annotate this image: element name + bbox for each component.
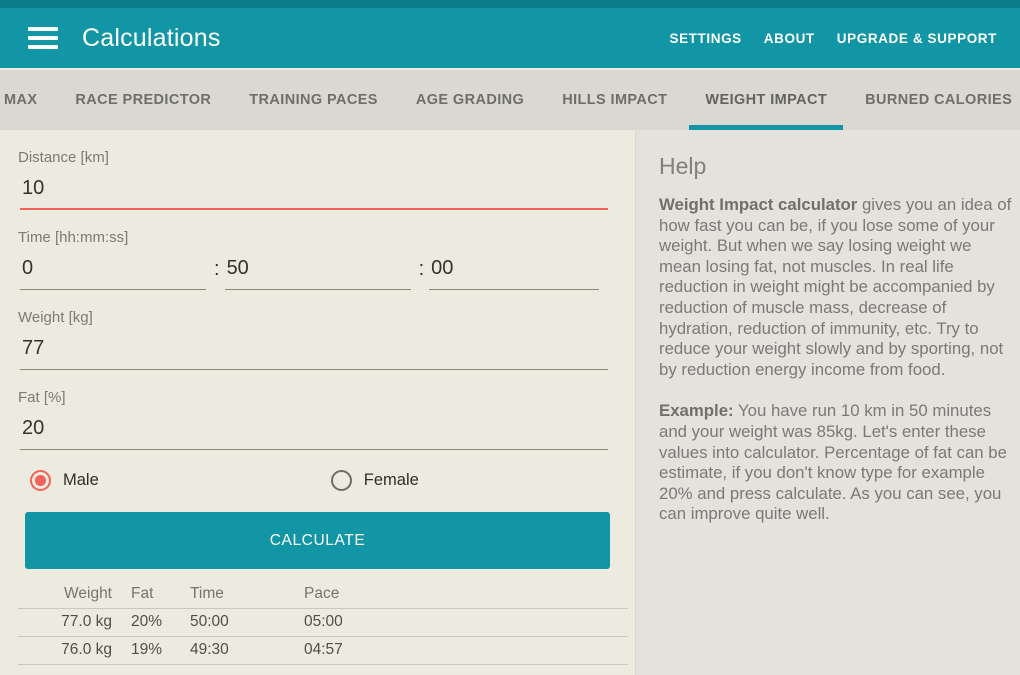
- page-title: Calculations: [82, 23, 221, 52]
- tab-weight-impact[interactable]: WEIGHT IMPACT: [686, 70, 846, 130]
- cell-pace: 04:57: [304, 636, 628, 665]
- about-action[interactable]: ABOUT: [753, 21, 826, 56]
- female-radio[interactable]: Female: [330, 470, 419, 491]
- cell-pace: 05:00: [304, 608, 628, 637]
- distance-input[interactable]: [20, 171, 608, 210]
- help-example-bold: Example:: [659, 401, 734, 421]
- results-header-row: Weight Fat Time Pace: [18, 581, 628, 609]
- calculate-button[interactable]: CALCULATE: [25, 512, 610, 569]
- time-inputs-row: : :: [20, 251, 610, 290]
- tab-hills-impact[interactable]: HILLS IMPACT: [543, 70, 686, 130]
- tab-age-grading[interactable]: AGE GRADING: [397, 70, 543, 130]
- tab-max[interactable]: MAX: [0, 70, 56, 130]
- help-description-text: gives you an idea of how fast you can be…: [659, 195, 1012, 379]
- status-bar: [0, 0, 1020, 8]
- fat-label: Fat [%]: [18, 389, 66, 406]
- table-row: 77.0 kg 20% 50:00 05:00: [18, 608, 628, 637]
- tab-burned-calories[interactable]: BURNED CALORIES: [846, 70, 1020, 130]
- female-radio-label: Female: [363, 471, 419, 489]
- cell-fat: 20%: [112, 608, 190, 637]
- radio-selected-icon: [30, 470, 51, 491]
- col-time: Time: [190, 581, 304, 609]
- help-description: Weight Impact calculator gives you an id…: [659, 195, 1013, 380]
- col-pace: Pace: [304, 581, 628, 609]
- appbar-actions: SETTINGS ABOUT UPGRADE & SUPPORT: [658, 21, 1008, 56]
- cell-time: 49:30: [190, 636, 304, 665]
- tab-strip: MAX RACE PREDICTOR TRAINING PACES AGE GR…: [0, 68, 1020, 130]
- cell-weight: 76.0 kg: [18, 636, 112, 665]
- time-label: Time [hh:mm:ss]: [18, 229, 129, 246]
- help-description-bold: Weight Impact calculator: [659, 195, 858, 214]
- cell-weight: 77.0 kg: [18, 608, 112, 637]
- cell-fat: 19%: [112, 636, 190, 665]
- col-weight: Weight: [18, 581, 112, 609]
- help-panel: Help Weight Impact calculator gives you …: [635, 130, 1020, 675]
- weight-input[interactable]: [20, 331, 608, 370]
- distance-label: Distance [km]: [18, 149, 109, 166]
- time-colon: :: [418, 258, 425, 280]
- cell-time: 50:00: [190, 608, 304, 637]
- results-table: Weight Fat Time Pace 77.0 kg 20% 50:00 0…: [18, 581, 628, 665]
- gender-radio-group: Male Female: [30, 470, 635, 491]
- male-radio[interactable]: Male: [30, 470, 99, 491]
- weight-label: Weight [kg]: [18, 309, 93, 326]
- upgrade-support-action[interactable]: UPGRADE & SUPPORT: [826, 21, 1008, 56]
- male-radio-label: Male: [63, 471, 99, 489]
- tab-training-paces[interactable]: TRAINING PACES: [230, 70, 397, 130]
- app-bar: Calculations SETTINGS ABOUT UPGRADE & SU…: [0, 8, 1020, 68]
- settings-action[interactable]: SETTINGS: [658, 21, 752, 56]
- table-row: 76.0 kg 19% 49:30 04:57: [18, 636, 628, 665]
- time-minutes-input[interactable]: [224, 251, 411, 290]
- time-colon: :: [214, 258, 220, 280]
- time-seconds-input[interactable]: [429, 251, 600, 290]
- col-fat: Fat: [112, 581, 190, 609]
- calculator-form-panel: Distance [km] Time [hh:mm:ss] : : Weight…: [0, 130, 635, 675]
- fat-input[interactable]: [20, 411, 608, 450]
- help-example: Example: You have run 10 km in 50 minute…: [659, 401, 1013, 525]
- radio-unselected-icon: [330, 470, 352, 491]
- tab-race-predictor[interactable]: RACE PREDICTOR: [56, 70, 230, 130]
- time-hours-input[interactable]: [20, 251, 206, 290]
- main-content: Distance [km] Time [hh:mm:ss] : : Weight…: [0, 130, 1020, 675]
- hamburger-menu-icon[interactable]: [28, 27, 58, 49]
- help-title: Help: [659, 153, 707, 179]
